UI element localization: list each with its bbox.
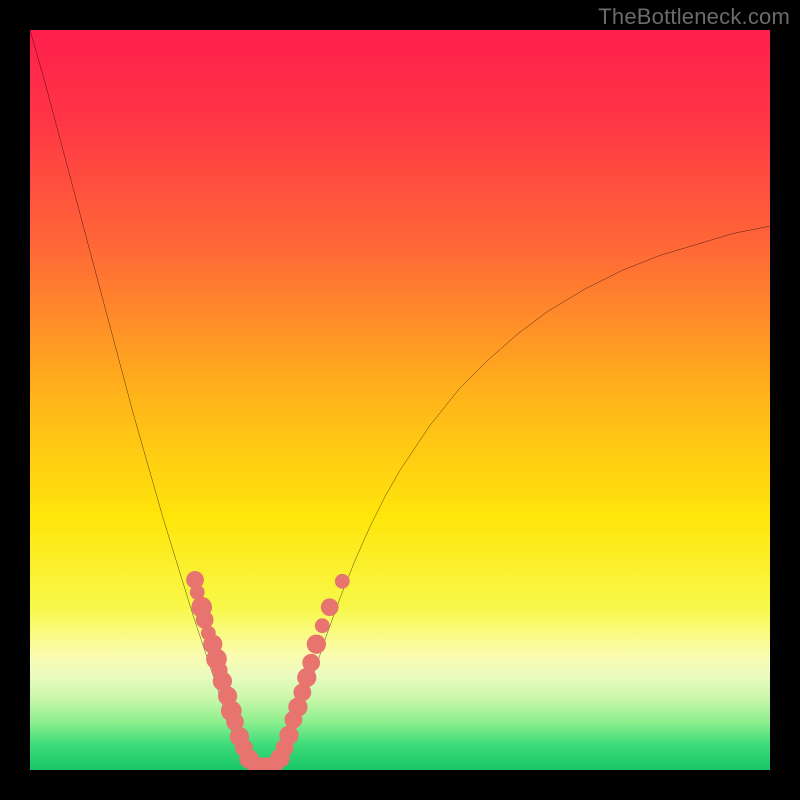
curve-marker: [335, 574, 350, 589]
curve-marker: [307, 635, 326, 654]
curve-marker: [302, 654, 320, 672]
curve-marker: [196, 611, 214, 629]
curve-marker: [321, 598, 339, 616]
chart-frame: TheBottleneck.com: [0, 0, 800, 800]
curve-marker: [279, 726, 298, 745]
curve-markers: [186, 571, 350, 770]
curve-layer: [30, 30, 770, 770]
plot-area: [30, 30, 770, 770]
curve-marker: [315, 618, 330, 633]
watermark-text: TheBottleneck.com: [598, 4, 790, 30]
bottleneck-curve: [30, 30, 770, 768]
